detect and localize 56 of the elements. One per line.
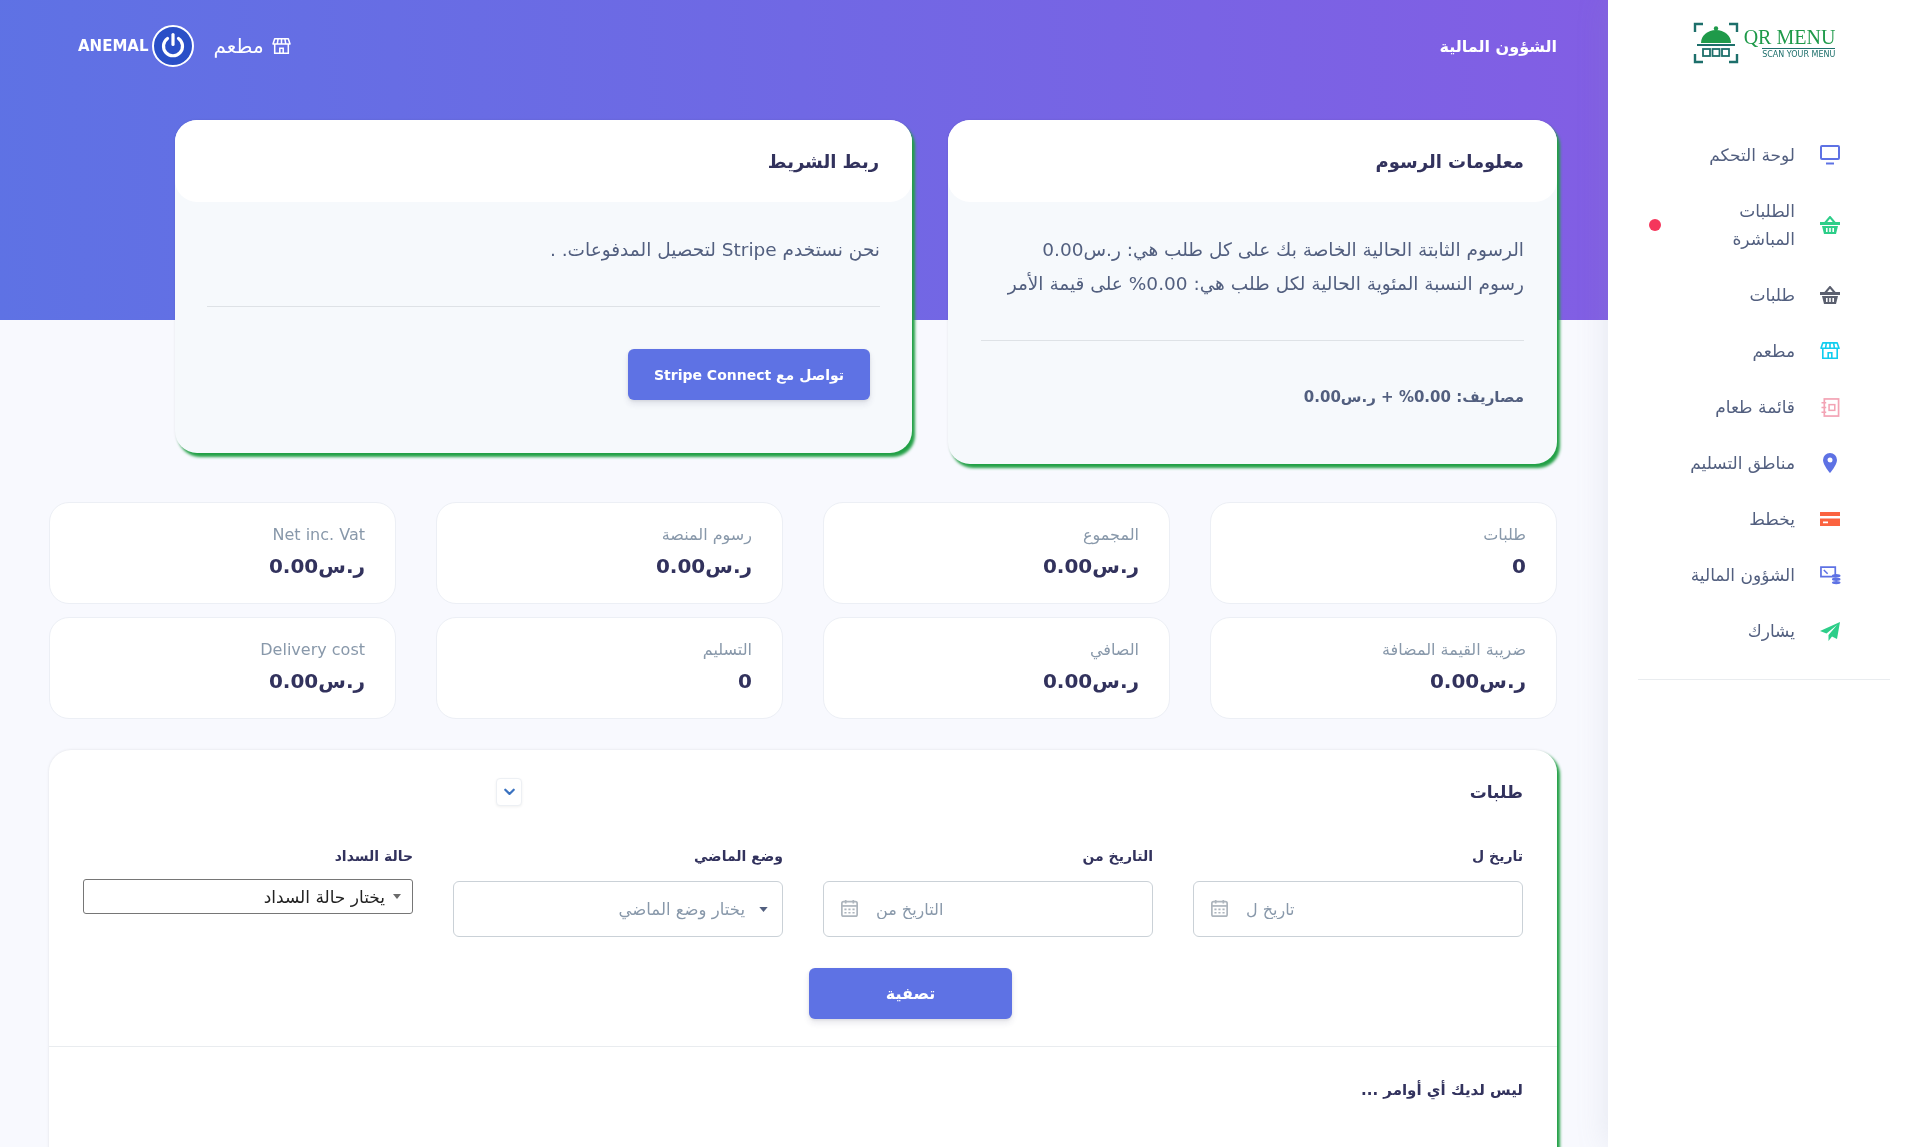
logo-tagline: SCAN YOUR MENU — [1762, 47, 1836, 60]
stat-label: طلبات — [1482, 524, 1526, 546]
date-input[interactable]: تاريخ ل — [1193, 881, 1523, 937]
stat-label: رسوم المنصة — [660, 524, 752, 546]
stat-value: ر.س0.00 — [267, 553, 365, 580]
stat-value: 0 — [1511, 553, 1526, 580]
store-icon — [271, 37, 291, 55]
sidebar-item[interactable]: مناطق التسليم — [1608, 435, 1920, 491]
stat-value: 0 — [737, 668, 752, 695]
filter-button[interactable]: تصفية — [809, 968, 1012, 1019]
collapse-button[interactable] — [496, 778, 522, 806]
stat-label: التسليم — [701, 639, 752, 661]
caret-icon — [759, 906, 768, 912]
page-title: الشؤون المالية — [1439, 36, 1557, 56]
stat-label: Net inc. Vat — [271, 524, 365, 546]
logo-icon — [1692, 22, 1739, 64]
select-field[interactable]: يختار حالة السداد — [83, 879, 413, 914]
stat-value: ر.س0.00 — [1041, 553, 1139, 580]
sidebar-item[interactable]: يخطط — [1608, 491, 1920, 547]
sidebar-item[interactable]: الطلبات المباشرة — [1608, 183, 1920, 267]
fee-description: رسوم النسبة المئوية الحالية لكل طلب هي: 0.00% على قيمة الأمر — [1006, 271, 1524, 297]
calendar-icon — [1211, 900, 1228, 917]
calendar-icon — [841, 900, 858, 917]
sidebar-item[interactable]: قائمة طعام — [1608, 379, 1920, 435]
stripe-connect-button[interactable]: تواصل مع Stripe Connect — [628, 349, 870, 400]
card-title: معلومات الرسوم — [1375, 150, 1524, 172]
panel-title: طلبات — [1469, 782, 1523, 802]
stat-label: Delivery cost — [259, 639, 365, 661]
caret-icon — [393, 894, 401, 899]
stat-label: الصافي — [1088, 639, 1139, 661]
card-title: ربط الشريط — [767, 150, 879, 172]
field-label: وضع الماضي — [692, 847, 783, 867]
field-label: تاريخ ل — [1471, 847, 1523, 867]
stat-value: ر.س0.00 — [1428, 668, 1526, 695]
field-label: التاريخ من — [1081, 847, 1153, 867]
sidebar-item[interactable]: طلبات — [1608, 267, 1920, 323]
user-menu[interactable]: ANEMAL — [78, 25, 194, 67]
restaurant-link[interactable]: مطعم — [213, 34, 291, 58]
stat-value: ر.س0.00 — [654, 553, 752, 580]
chevron-down-icon — [503, 788, 515, 796]
stat-value: ر.س0.00 — [1041, 668, 1139, 695]
power-icon — [151, 25, 194, 67]
sidebar-item[interactable]: لوحة التحكم — [1608, 127, 1920, 183]
fee-description: الرسوم الثابتة الحالية الخاصة بك على كل طلب هي: ر.س0.00 — [1041, 238, 1524, 263]
stat-label: المجموع — [1082, 524, 1139, 546]
fee-summary: مصاريف: 0.00% + ر.س0.00 — [1302, 387, 1524, 408]
field-label: حالة السداد — [333, 847, 413, 866]
sidebar-item[interactable]: الشؤون المالية — [1608, 547, 1920, 603]
empty-message: ليس لديك أي أوامر ... — [1360, 1079, 1523, 1102]
stat-label: ضريبة القيمة المضافة — [1380, 639, 1526, 661]
sidebar-item[interactable]: يشارك — [1608, 603, 1920, 659]
stat-value: ر.س0.00 — [267, 668, 365, 695]
logo-title: QR MENU — [1743, 26, 1836, 48]
date-input[interactable]: التاريخ من — [823, 881, 1153, 937]
sidebar-item[interactable]: مطعم — [1608, 323, 1920, 379]
stripe-description: نحن نستخدم Stripe لتحصيل المدفوعات. . — [548, 238, 880, 263]
